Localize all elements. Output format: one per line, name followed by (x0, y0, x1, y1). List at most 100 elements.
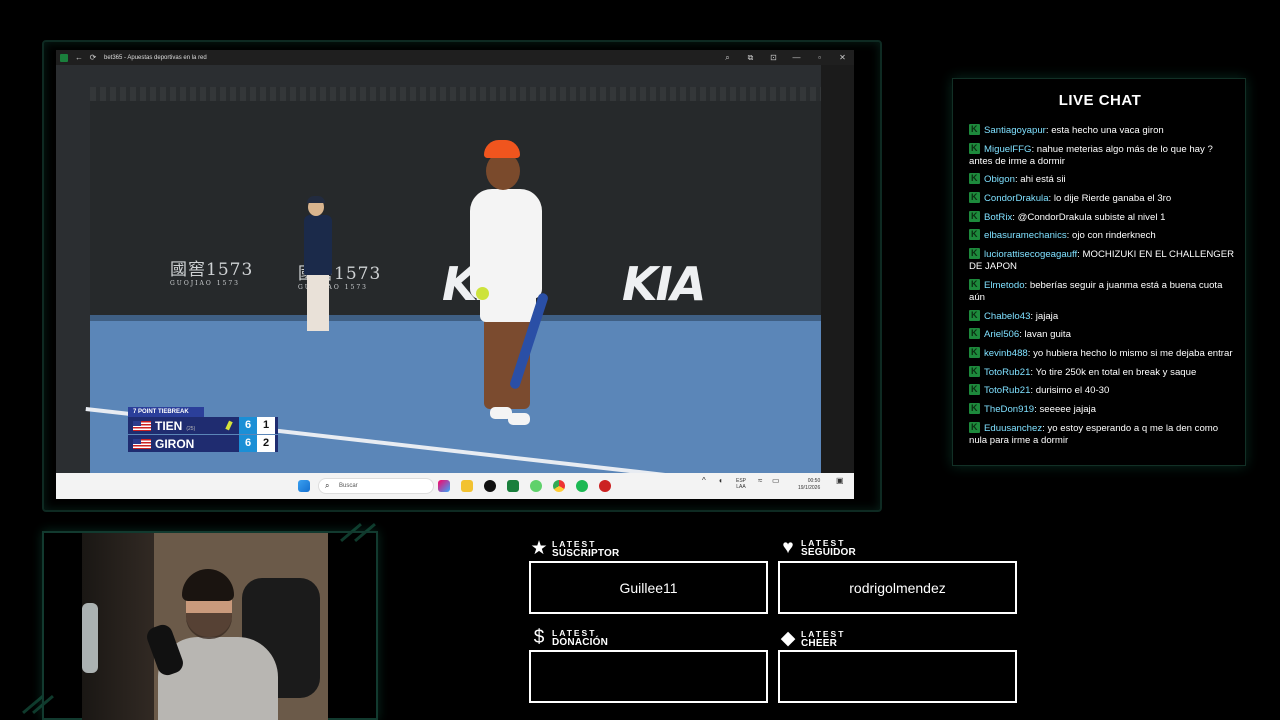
subscriber-badge-icon (969, 346, 980, 358)
browser-titlebar: ← ⟳ bet365 - Apuestas deportivas en la r… (56, 50, 854, 65)
player-shoe (508, 413, 530, 425)
whatsapp-icon[interactable] (530, 480, 542, 492)
taskbar-clock[interactable]: 00:50 19/1/2026 (798, 478, 820, 492)
latest-suscriptor-value: Guillee11 (619, 579, 678, 596)
subscriber-badge-icon (969, 123, 980, 135)
chat-username: Santiagoyapur (984, 125, 1046, 136)
app-icon[interactable] (507, 480, 519, 492)
game-score: 2 (257, 435, 275, 452)
windows-start-icon[interactable] (298, 480, 310, 492)
search-icon[interactable]: ⌕ (716, 53, 739, 63)
subscriber-badge-icon (969, 228, 980, 241)
chat-message: TotoRub21: Yo tire 250k en total en brea… (969, 365, 1235, 379)
chat-message: Chabelo43: jajaja (969, 309, 1235, 323)
chat-message: TotoRub21: durisimo el 40-30 (969, 383, 1235, 397)
latest-cheer-label: ◆ LATEST CHEER (777, 627, 845, 650)
app-icon[interactable] (599, 480, 611, 492)
subscriber-badge-icon (969, 210, 980, 222)
chat-username: Eduusanchez (984, 422, 1043, 434)
tennis-ball (476, 287, 489, 300)
chat-username: Ariel506 (984, 329, 1020, 341)
set-score: 6 (239, 435, 257, 452)
maximize-button[interactable]: ▫ (808, 53, 831, 63)
language-indicator[interactable]: ESP LAA (736, 478, 746, 490)
chrome-icon[interactable] (553, 480, 565, 492)
kia-logo: KIA (622, 257, 706, 311)
diamond-icon: ◆ (780, 628, 796, 649)
chat-username: CondorDrakula (984, 193, 1049, 205)
chat-messages: Santiagoyapur: esta hecho una vaca giron… (969, 123, 1235, 452)
chat-username: Obigon (984, 174, 1015, 186)
chat-title: LIVE CHAT (1058, 92, 1142, 109)
folder-icon[interactable] (461, 480, 473, 492)
chat-username: MiguelFFG (984, 143, 1032, 155)
game-score: 1 (257, 417, 275, 434)
chat-text: : seeeee jajaja (1034, 403, 1097, 415)
copilot-icon[interactable] (438, 480, 450, 492)
player-seed: (25) (186, 425, 196, 432)
subscriber-badge-icon (969, 142, 980, 154)
ballkid (304, 215, 332, 275)
player-name: TIEN (155, 418, 183, 433)
chat-text: : @CondorDrakula subiste al nivel 1 (1012, 211, 1166, 223)
sponsor-logo: 國窖1573 GUOJIAO 1573 (170, 260, 254, 287)
score-row: GIRON 6 2 (128, 435, 278, 452)
score-row: TIEN (25) 6 1 (128, 417, 278, 434)
chat-message: elbasuramechanics: ojo con rinderknech (969, 228, 1235, 242)
player (480, 280, 536, 322)
chat-username: Chabelo43 (984, 310, 1031, 322)
chat-message: Elmetodo: beberías seguir a juanma está … (969, 278, 1235, 304)
player (484, 140, 520, 158)
chat-username: elbasuramechanics (984, 230, 1067, 242)
chat-message: Eduusanchez: yo estoy esperando a q me l… (969, 421, 1235, 447)
notification-icon[interactable]: ▣ (836, 477, 844, 485)
back-icon[interactable]: ← (72, 53, 86, 62)
subscriber-badge-icon (969, 402, 980, 414)
site-favicon (60, 53, 68, 62)
minimize-button[interactable]: — (785, 53, 808, 63)
search-icon: ⌕ (325, 481, 330, 490)
subscriber-badge-icon (969, 278, 980, 290)
latest-seguidor-label: ♥ LATEST SEGUIDOR (777, 537, 856, 559)
chat-message: kevinb488: yo hubiera hecho lo mismo si … (969, 346, 1235, 360)
chat-text: : jajaja (1030, 310, 1059, 322)
refresh-icon[interactable]: ⟳ (86, 53, 100, 62)
chat-username: TheDon919 (984, 403, 1035, 415)
tiebreak-label: 7 POINT TIEBREAK (128, 407, 204, 417)
browser-title: bet365 - Apuestas deportivas en la red (104, 54, 207, 61)
taskbar-search[interactable]: ⌕ Buscar (318, 478, 434, 494)
chevron-up-icon[interactable]: ^ (702, 477, 706, 485)
flag-icon (133, 420, 151, 431)
latest-seguidor-box: rodrigolmendez (778, 561, 1017, 614)
latest-donacion-label: $ LATEST DONACIÓN (528, 627, 608, 649)
heart-icon: ♥ (782, 537, 794, 558)
captured-browser-window: ← ⟳ bet365 - Apuestas deportivas en la r… (56, 50, 854, 499)
latest-cheer-box (778, 650, 1017, 703)
subscriber-badge-icon (969, 383, 980, 396)
ballkid (307, 273, 329, 331)
tiktok-icon[interactable] (484, 480, 496, 492)
subscriber-badge-icon (969, 327, 980, 340)
subscriber-badge-icon (969, 172, 980, 185)
latest-donacion-box (529, 650, 768, 703)
chat-text: : durisimo el 40-30 (1030, 385, 1110, 397)
close-button[interactable]: ✕ (831, 53, 854, 63)
scoreboard: 7 POINT TIEBREAK TIEN (25) 6 1 GIRON 6 2 (128, 407, 278, 453)
chat-text: : ahi está sii (1014, 174, 1066, 186)
chat-username: Elmetodo (984, 279, 1025, 291)
subscriber-badge-icon (969, 365, 980, 377)
open-icon[interactable]: ⊡ (762, 53, 785, 63)
chat-message: BotRix: @CondorDrakula subiste al nivel … (969, 210, 1235, 224)
chat-text: : lo dije Rierde ganaba el 3ro (1048, 193, 1172, 205)
wifi-icon[interactable]: ≈ (758, 477, 762, 485)
chat-message: CondorDrakula: lo dije Rierde ganaba el … (969, 191, 1235, 205)
audio-icon[interactable]: ◖ (718, 477, 723, 485)
extensions-icon[interactable]: ⧉ (739, 53, 762, 63)
chat-message: Obigon: ahi está sii (969, 172, 1235, 186)
webcam-feed (82, 533, 328, 720)
subscriber-badge-icon (969, 191, 980, 204)
tennis-video[interactable]: 國窖1573 GUOJIAO 1573 國窖1573 GUOJIAO 1573 … (56, 65, 821, 473)
chat-message: TheDon919: seeeee jajaja (969, 402, 1235, 416)
battery-icon[interactable]: ▭ (772, 477, 780, 485)
spotify-icon[interactable] (576, 480, 588, 492)
